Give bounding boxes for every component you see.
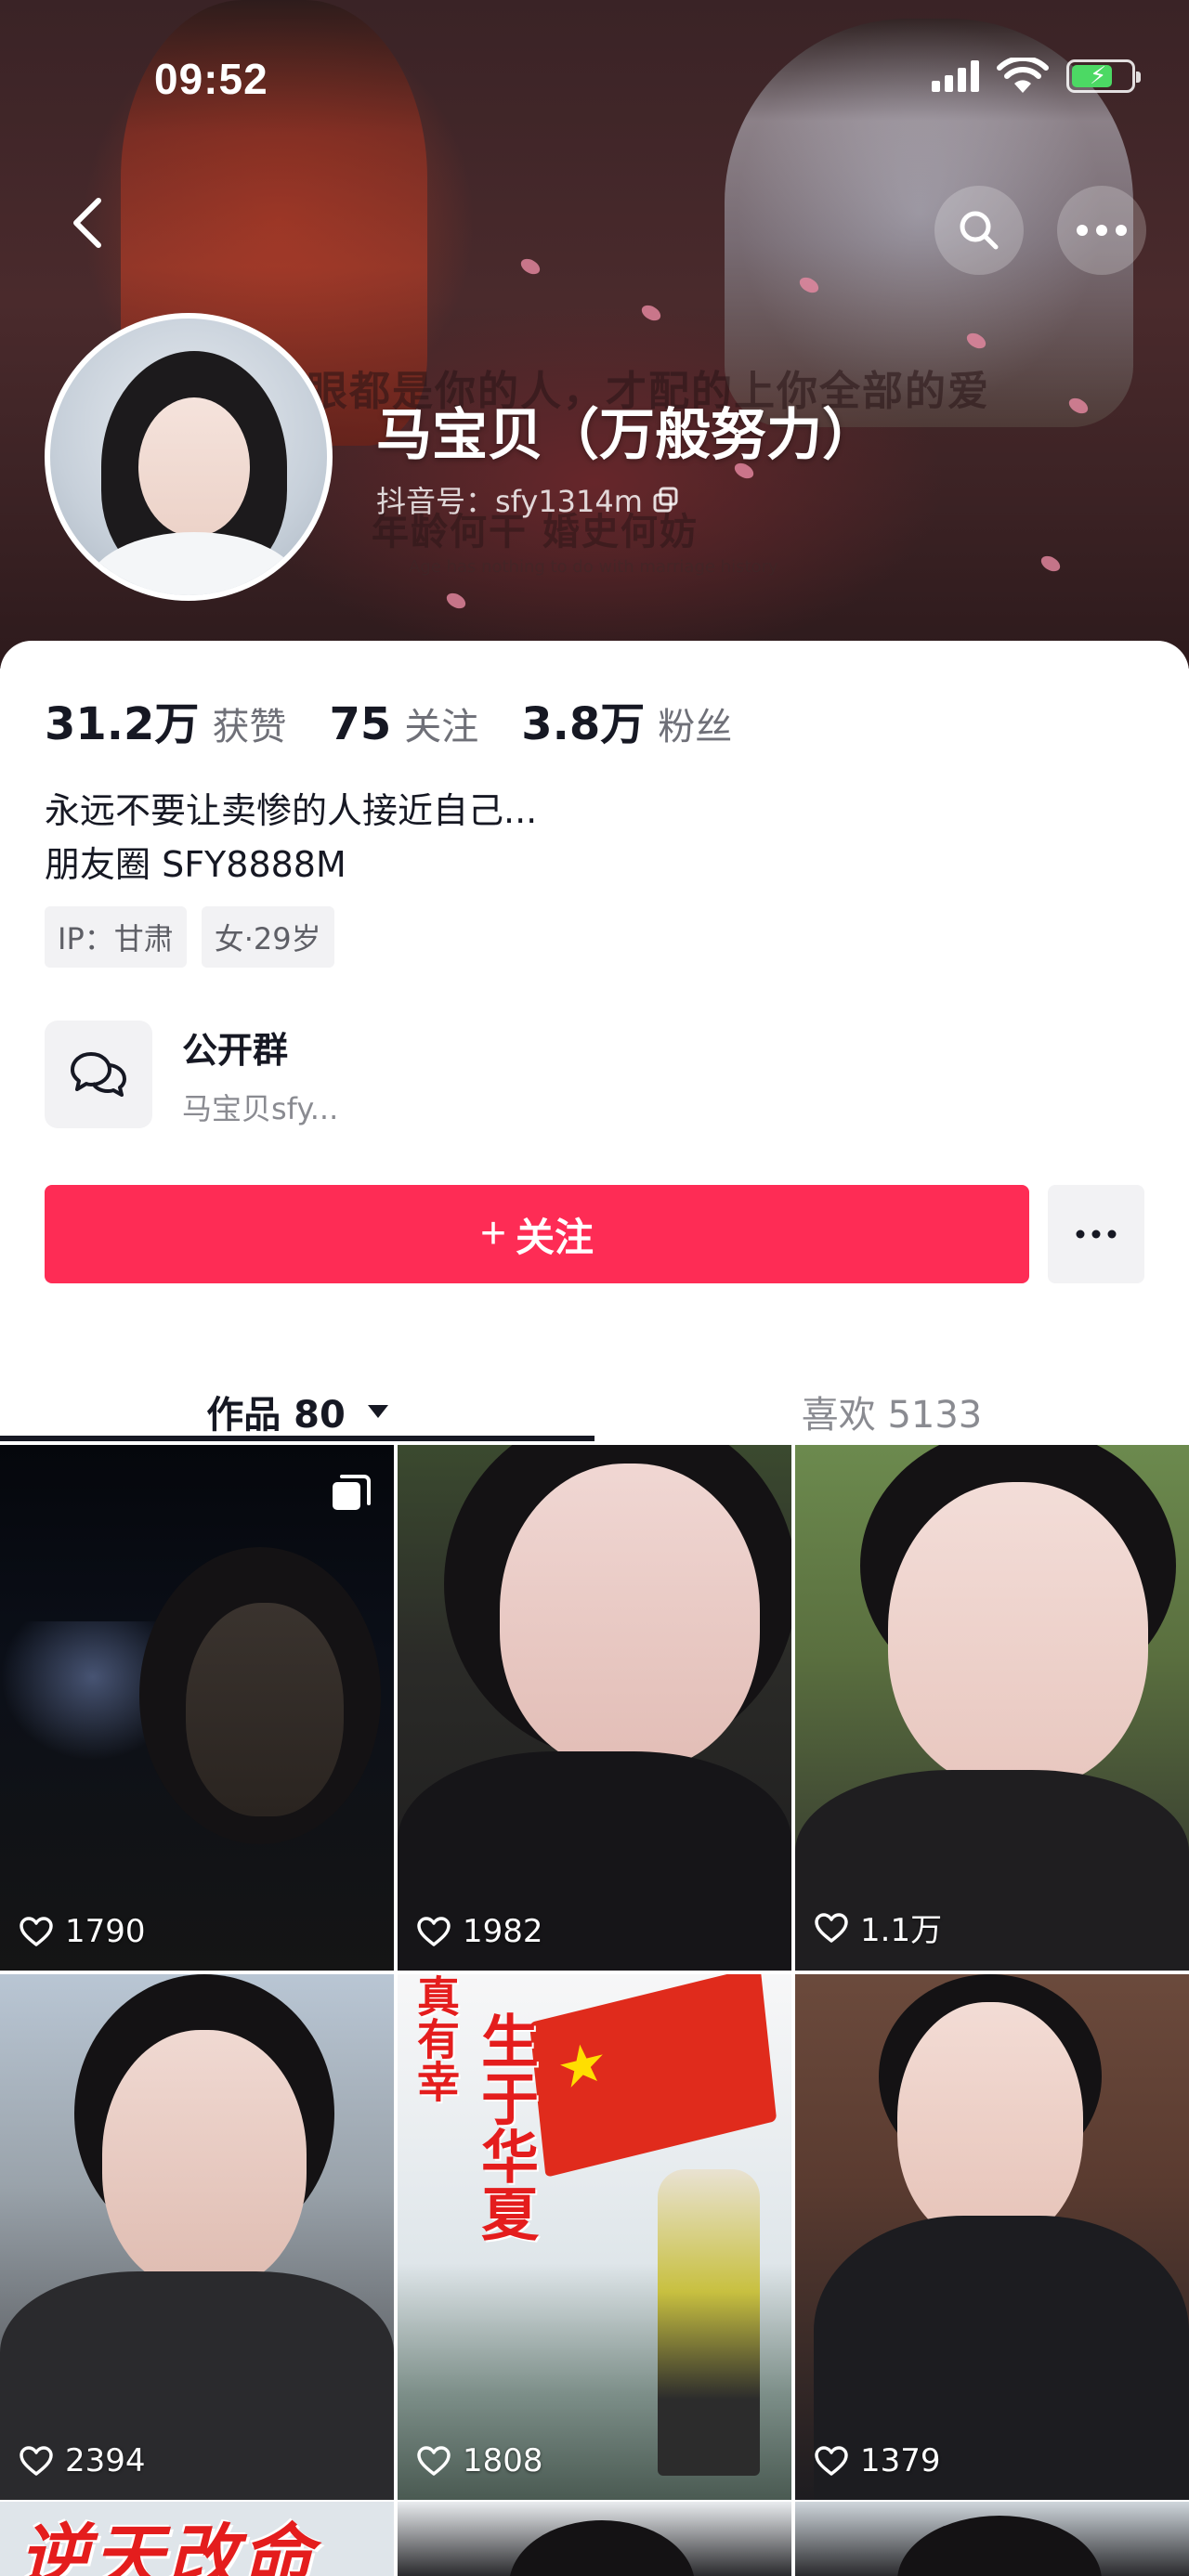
profile-tags: IP：甘肃 女·29岁 xyxy=(45,906,334,968)
douyin-id-text: 抖音号：sfy1314m xyxy=(376,484,643,519)
video-like-count: 1808 xyxy=(463,2442,543,2479)
video-tile-6[interactable]: 1379 xyxy=(795,1974,1189,2500)
petal xyxy=(1038,553,1064,575)
more-options-button[interactable] xyxy=(1057,186,1146,275)
video-like-count: 1790 xyxy=(65,1913,146,1950)
video-tile-9[interactable] xyxy=(795,2502,1189,2576)
tab-works-label: 作品 80 xyxy=(206,1394,346,1437)
douyin-id[interactable]: 抖音号：sfy1314m xyxy=(376,478,680,521)
ellipsis-icon xyxy=(1077,225,1127,236)
video-tile-3[interactable]: 1.1万 xyxy=(795,1445,1189,1971)
copy-icon[interactable] xyxy=(652,486,680,514)
public-group-entry[interactable]: 公开群 马宝贝sfy... xyxy=(45,1018,602,1131)
group-chat-icon xyxy=(45,1021,152,1128)
profile-name: 马宝贝（万般努力） xyxy=(376,403,878,468)
tab-active-indicator xyxy=(0,1436,594,1441)
plus-icon: + xyxy=(479,1209,506,1258)
avatar[interactable] xyxy=(45,313,333,601)
battery-icon: ⚡ xyxy=(1066,59,1141,93)
petal xyxy=(517,255,543,278)
stat-following-value[interactable]: 75 xyxy=(329,698,391,750)
heart-icon xyxy=(20,2446,53,2476)
follow-label: 关注 xyxy=(516,1215,594,1259)
status-time: 09:52 xyxy=(154,55,268,103)
stat-likes-label: 获赞 xyxy=(212,706,287,748)
bio-line1: 永远不要让卖惨的人接近自己... xyxy=(45,790,538,831)
status-icons: ⚡ xyxy=(932,58,1141,95)
more-actions-button[interactable] xyxy=(1048,1185,1144,1283)
video-like-count: 2394 xyxy=(65,2442,146,2479)
video-tile-4[interactable]: 2394 xyxy=(0,1974,394,2500)
caret-down-icon xyxy=(367,1405,388,1418)
video-tile-5[interactable]: ★ 真有幸 生于华夏 1808 xyxy=(398,1974,791,2500)
ellipsis-icon xyxy=(1076,1229,1117,1239)
video-like-count: 1982 xyxy=(463,1913,543,1950)
heart-icon xyxy=(815,2446,848,2476)
petal xyxy=(638,302,664,324)
search-icon xyxy=(960,211,999,250)
back-arrow-icon[interactable] xyxy=(65,195,111,251)
video-overlay-text-left: 真有幸 xyxy=(411,1974,461,2102)
video-tile-2[interactable]: 1982 xyxy=(398,1445,791,1971)
multi-image-icon xyxy=(333,1475,371,1510)
content-tabs: 作品 80 喜欢 5133 xyxy=(0,1365,1189,1458)
heart-icon xyxy=(815,1912,848,1943)
video-like-count: 1379 xyxy=(860,2442,941,2479)
stat-following-label: 关注 xyxy=(404,706,479,748)
heart-icon xyxy=(20,1917,53,1946)
video-overlay-text-main: 生于华夏 xyxy=(471,2011,539,2242)
follow-button[interactable]: + 关注 xyxy=(45,1185,1029,1283)
cellular-signal-icon xyxy=(932,60,979,92)
tab-works[interactable]: 作品 80 xyxy=(0,1365,594,1458)
video-tile-1[interactable]: 1790 xyxy=(0,1445,394,1971)
stat-followers-label: 粉丝 xyxy=(658,706,733,748)
video-tile-8[interactable] xyxy=(398,2502,791,2576)
tag-ip-location: IP：甘肃 xyxy=(45,906,187,968)
stat-followers-value[interactable]: 3.8万 xyxy=(521,687,645,752)
heart-icon xyxy=(417,1917,451,1946)
group-title: 公开群 xyxy=(182,1029,289,1071)
video-overlay-title: 逆天改命 xyxy=(19,2516,316,2576)
bio-line2: 朋友圈 SFY8888M xyxy=(45,844,346,885)
tab-likes-label: 喜欢 5133 xyxy=(801,1394,983,1437)
video-like-count: 1.1万 xyxy=(860,1912,943,1949)
profile-stats: 31.2万 获赞 75 关注 3.8万 粉丝 xyxy=(45,687,775,752)
wifi-icon xyxy=(997,58,1049,93)
petal xyxy=(443,590,469,612)
heart-icon xyxy=(417,2446,451,2476)
flag-graphic: ★ xyxy=(529,1974,777,2178)
tab-likes[interactable]: 喜欢 5133 xyxy=(594,1365,1189,1458)
stat-likes-value[interactable]: 31.2万 xyxy=(45,687,199,752)
group-subtitle: 马宝贝sfy... xyxy=(182,1090,339,1126)
tag-gender-age: 女·29岁 xyxy=(201,906,334,968)
banner-caption-small: Age has nothing to do with marriage hist… xyxy=(409,557,778,577)
search-button[interactable] xyxy=(934,186,1024,275)
